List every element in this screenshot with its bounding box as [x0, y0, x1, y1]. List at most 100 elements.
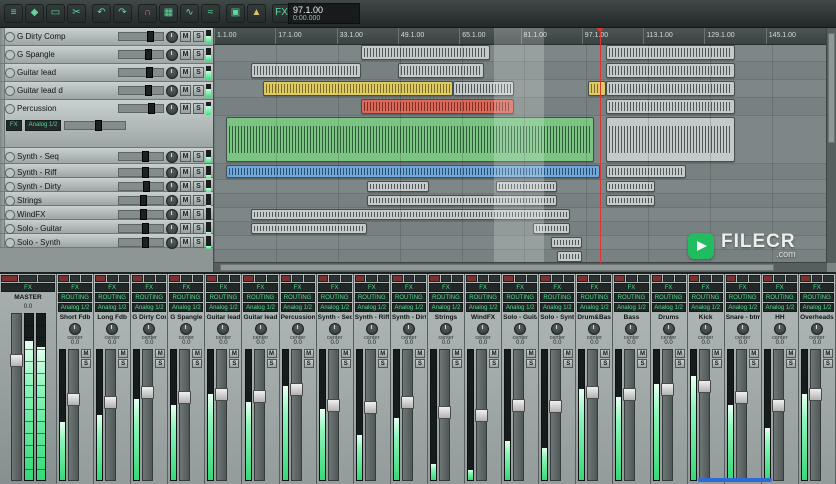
- track-solo-button[interactable]: S: [193, 85, 204, 96]
- track-mute-button[interactable]: M: [180, 237, 191, 248]
- strip-monitor-button[interactable]: [700, 275, 711, 282]
- channel-solo-button[interactable]: S: [452, 359, 462, 368]
- track-pan-knob[interactable]: [166, 195, 178, 207]
- track-pan-knob[interactable]: [166, 209, 178, 221]
- channel-fader-thumb[interactable]: [67, 393, 80, 406]
- channel-solo-button[interactable]: S: [600, 359, 610, 368]
- track-mute-button[interactable]: M: [180, 209, 191, 220]
- channel-routing-button[interactable]: ROUTING: [318, 293, 352, 302]
- strip-record-arm-button[interactable]: [652, 275, 663, 282]
- track-row[interactable]: Solo - GuitarMS: [0, 220, 213, 234]
- track-volume-thumb[interactable]: [143, 181, 150, 192]
- strip-phase-button[interactable]: [230, 275, 241, 282]
- strip-record-arm-button[interactable]: [503, 275, 514, 282]
- track-grip[interactable]: [0, 234, 5, 247]
- strip-monitor-button[interactable]: [663, 275, 674, 282]
- track-volume-slider[interactable]: [118, 68, 164, 77]
- channel-routing-button[interactable]: ROUTING: [540, 293, 574, 302]
- channel-fx-slot[interactable]: FX: [540, 283, 574, 292]
- media-item[interactable]: [533, 223, 570, 234]
- track-row[interactable]: Guitar lead dMS: [0, 82, 213, 100]
- strip-phase-button[interactable]: [675, 275, 686, 282]
- media-item[interactable]: [453, 81, 514, 96]
- channel-fx-slot[interactable]: FX: [763, 283, 797, 292]
- record-arm-button[interactable]: [5, 238, 15, 248]
- channel-routing-button[interactable]: ROUTING: [281, 293, 315, 302]
- media-item[interactable]: [398, 63, 484, 78]
- track-row[interactable]: Synth - SeqMS: [0, 148, 213, 164]
- strip-phase-button[interactable]: [193, 275, 204, 282]
- channel-fader[interactable]: [439, 349, 450, 481]
- channel-fader-thumb[interactable]: [178, 391, 191, 404]
- strip-monitor-button[interactable]: [255, 275, 266, 282]
- channel-mute-button[interactable]: M: [489, 349, 499, 358]
- record-arm-button[interactable]: [5, 182, 15, 192]
- horizontal-scrollbar[interactable]: [214, 262, 827, 272]
- track-mute-button[interactable]: M: [180, 195, 191, 206]
- track-fx-button[interactable]: FX: [6, 120, 22, 131]
- channel-fader-thumb[interactable]: [772, 399, 785, 412]
- track-volume-thumb[interactable]: [145, 49, 152, 60]
- channel-fader[interactable]: [142, 349, 153, 481]
- strip-monitor-button[interactable]: [107, 275, 118, 282]
- channel-pan-knob[interactable]: [180, 323, 192, 335]
- channel-pan-knob[interactable]: [811, 323, 823, 335]
- strip-monitor-button[interactable]: [774, 275, 785, 282]
- track-grip[interactable]: [0, 178, 5, 191]
- track-pan-knob[interactable]: [166, 181, 178, 193]
- channel-fader-thumb[interactable]: [586, 386, 599, 399]
- track-volume-slider[interactable]: [118, 152, 164, 161]
- channel-routing-button[interactable]: ROUTING: [132, 293, 166, 302]
- track-grip[interactable]: [0, 82, 5, 99]
- strip-record-arm-button[interactable]: [726, 275, 737, 282]
- channel-routing-button[interactable]: ROUTING: [577, 293, 611, 302]
- channel-fader-thumb[interactable]: [10, 354, 23, 367]
- record-arm-button[interactable]: [5, 224, 15, 234]
- channel-pan-knob[interactable]: [69, 323, 81, 335]
- menu-icon[interactable]: ≡: [4, 4, 23, 23]
- strip-phase-button[interactable]: [38, 275, 55, 282]
- timeline-ruler[interactable]: 1.1.0017.1.0033.1.0049.1.0065.1.0081.1.0…: [214, 28, 827, 45]
- track-solo-button[interactable]: S: [193, 151, 204, 162]
- record-arm-button[interactable]: [5, 32, 15, 42]
- track-grip[interactable]: [0, 100, 5, 147]
- track-volume-slider[interactable]: [118, 182, 164, 191]
- channel-fader[interactable]: [624, 349, 635, 481]
- record-arm-button[interactable]: [5, 152, 15, 162]
- track-row[interactable]: G Dirty CompMS: [0, 28, 213, 46]
- track-row[interactable]: Synth - RiffMS: [0, 164, 213, 178]
- strip-phase-button[interactable]: [452, 275, 463, 282]
- channel-routing-button[interactable]: ROUTING: [58, 293, 92, 302]
- undo-icon[interactable]: ↶: [92, 4, 111, 23]
- strip-phase-button[interactable]: [378, 275, 389, 282]
- channel-fader-thumb[interactable]: [290, 383, 303, 396]
- track-pan-knob[interactable]: [166, 31, 178, 43]
- track-solo-button[interactable]: S: [193, 103, 204, 114]
- lock-icon[interactable]: ▣: [226, 4, 245, 23]
- track-solo-button[interactable]: S: [193, 31, 204, 42]
- channel-fader[interactable]: [550, 349, 561, 481]
- channel-fader[interactable]: [328, 349, 339, 481]
- strip-phase-button[interactable]: [267, 275, 278, 282]
- channel-io-button[interactable]: Analog 1/2: [429, 303, 463, 312]
- channel-fx-slot[interactable]: FX: [800, 283, 834, 292]
- envelope-icon[interactable]: ∿: [180, 4, 199, 23]
- media-item[interactable]: [251, 223, 367, 234]
- channel-mute-button[interactable]: M: [712, 349, 722, 358]
- channel-fader[interactable]: [11, 313, 22, 481]
- channel-fx-slot[interactable]: FX: [243, 283, 277, 292]
- strip-monitor-button[interactable]: [19, 275, 36, 282]
- media-item[interactable]: [361, 45, 490, 60]
- channel-fx-slot[interactable]: FX: [95, 283, 129, 292]
- channel-io-button[interactable]: Analog 1/2: [652, 303, 686, 312]
- channel-fader-thumb[interactable]: [401, 396, 414, 409]
- media-item[interactable]: [251, 209, 570, 220]
- channel-mute-button[interactable]: M: [452, 349, 462, 358]
- strip-record-arm-button[interactable]: [169, 275, 180, 282]
- track-grip[interactable]: [0, 28, 5, 45]
- channel-routing-button[interactable]: ROUTING: [652, 293, 686, 302]
- channel-fader-thumb[interactable]: [661, 383, 674, 396]
- strip-record-arm-button[interactable]: [281, 275, 292, 282]
- track-mute-button[interactable]: M: [180, 223, 191, 234]
- metronome-icon[interactable]: ▲: [247, 4, 266, 23]
